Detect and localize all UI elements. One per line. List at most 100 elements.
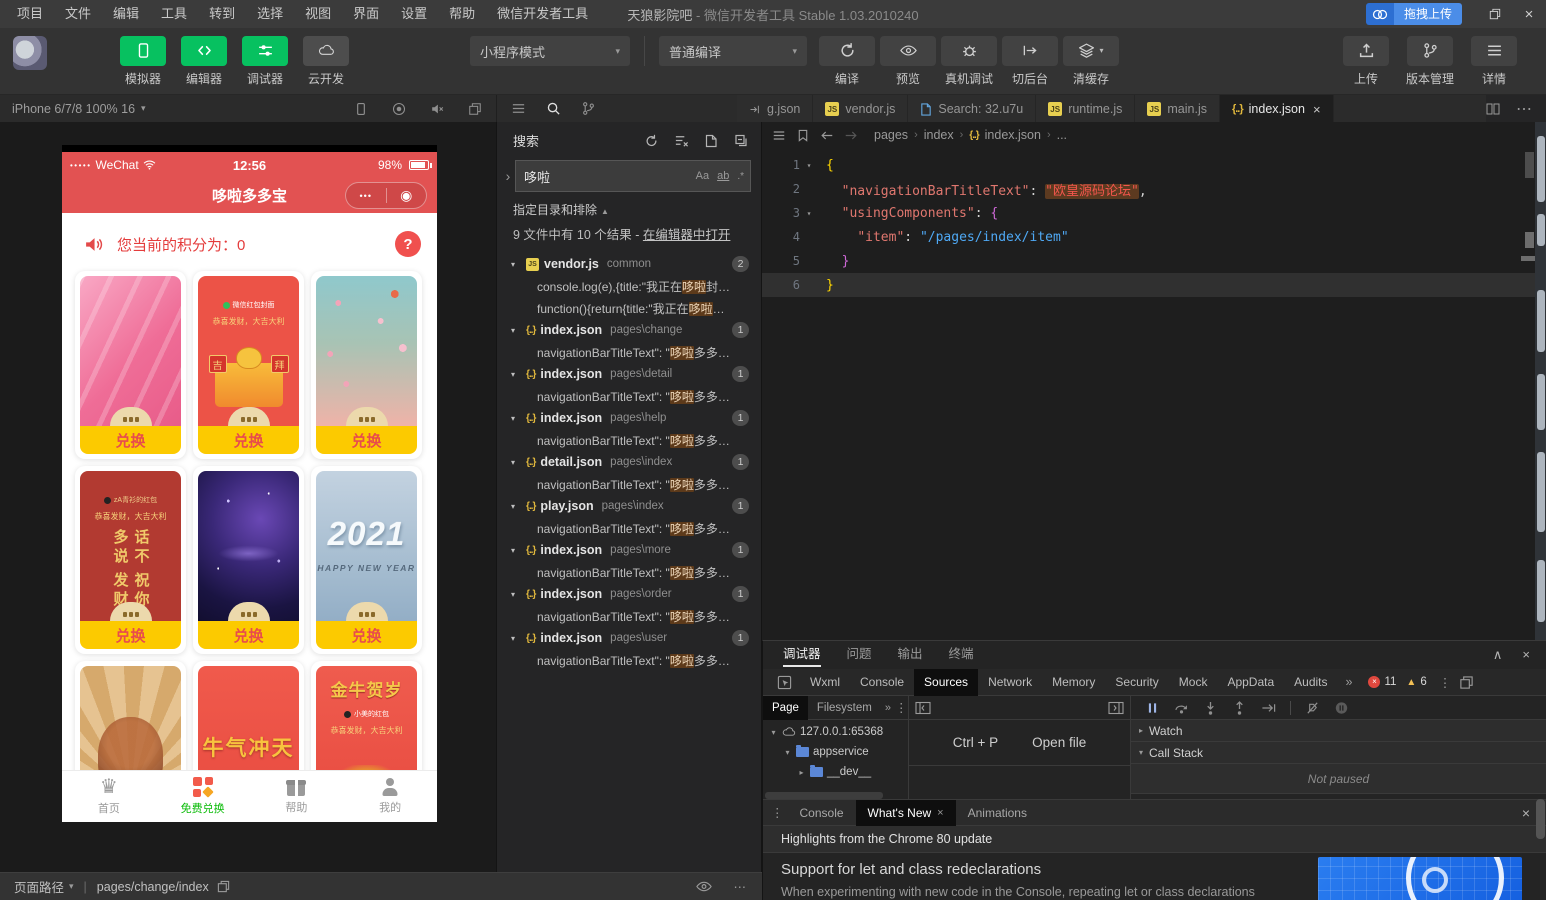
drawer-scrollbar[interactable]	[1536, 799, 1545, 839]
show-sidebar-icon[interactable]	[1108, 701, 1124, 715]
pause-button[interactable]	[1145, 701, 1160, 715]
navigate-back-icon[interactable]	[820, 129, 834, 142]
mute-icon[interactable]	[430, 102, 444, 116]
chevron-down-icon[interactable]: ▾	[511, 546, 521, 555]
drawer-tab-0[interactable]: Console	[788, 800, 856, 826]
exchange-button[interactable]: 兑换	[198, 621, 299, 649]
chevron-down-icon[interactable]: ▾	[511, 414, 521, 423]
debugger-tab-2[interactable]: 输出	[898, 641, 923, 669]
debugger-tab-0[interactable]: 调试器	[783, 641, 821, 669]
search-result-file-4[interactable]: ▾ {..} detail.json pages\index 1	[497, 451, 761, 473]
more-tabs-icon[interactable]: »	[881, 702, 895, 714]
tree-item-2[interactable]: ▸ __dev__	[763, 762, 908, 782]
action-bug-button[interactable]: 真机调试	[941, 35, 997, 87]
phone-tab-2[interactable]: 帮助	[250, 771, 344, 822]
chevron-down-icon[interactable]: ▾	[511, 458, 521, 467]
breadcrumb-part-2[interactable]: index.json	[985, 128, 1041, 142]
devtools-tab-console[interactable]: Console	[850, 669, 914, 696]
toggle-code-button[interactable]: 编辑器	[178, 35, 230, 87]
help-button[interactable]: ?	[395, 231, 421, 257]
chevron-down-icon[interactable]: ▾	[511, 634, 521, 643]
editor-scrollbar[interactable]	[1535, 122, 1546, 640]
menu-item-9[interactable]: 帮助	[438, 0, 486, 28]
file-list-icon[interactable]	[511, 101, 526, 116]
detach-window-icon[interactable]	[468, 102, 482, 116]
inspect-element-icon[interactable]	[777, 675, 792, 690]
fold-chevron-icon[interactable]: ▾	[800, 209, 818, 218]
split-editor-icon[interactable]	[1486, 103, 1500, 115]
chevron-down-icon[interactable]: ▾	[511, 260, 521, 269]
phone-tab-3[interactable]: 我的	[343, 771, 437, 822]
exchange-card-2[interactable]: 微信红包封面 恭喜发财，大吉大利吉拜兑换	[193, 271, 304, 459]
breadcrumb-part-0[interactable]: pages	[874, 128, 908, 142]
undock-icon[interactable]	[1459, 675, 1474, 690]
exchange-button[interactable]: 兑换	[198, 426, 299, 454]
devtools-tab-wxml[interactable]: Wxml	[800, 669, 850, 696]
capsule-exit-icon[interactable]: ◉	[387, 187, 427, 204]
devtools-tab-mock[interactable]: Mock	[1169, 669, 1218, 696]
tab-close-icon[interactable]: ×	[937, 800, 943, 826]
compile-select[interactable]: 普通编译 ▾	[659, 36, 807, 66]
search-match-2-0[interactable]: navigationBarTitleText": "哆啦多多…	[497, 385, 761, 407]
menu-item-3[interactable]: 工具	[150, 0, 198, 28]
open-in-editor-icon[interactable]	[704, 134, 719, 148]
source-control-icon[interactable]	[581, 101, 596, 116]
step-button[interactable]	[1261, 701, 1276, 715]
editor-tab-2[interactable]: Search: 32.u7u	[908, 95, 1037, 123]
debugger-tab-1[interactable]: 问题	[847, 641, 872, 669]
drag-upload-button[interactable]: 拖拽上传	[1365, 3, 1462, 25]
collapse-panel-icon[interactable]: ∧	[1493, 647, 1503, 663]
search-match-8-0[interactable]: navigationBarTitleText": "哆啦多多…	[497, 649, 761, 671]
device-selector[interactable]: iPhone 6/7/8 100% 16 ▾	[12, 102, 146, 116]
chevron-down-icon[interactable]: ▾	[511, 370, 521, 379]
search-match-5-0[interactable]: navigationBarTitleText": "哆啦多多…	[497, 517, 761, 539]
page-path-label[interactable]: 页面路径	[14, 877, 64, 896]
chevron-down-icon[interactable]: ▾	[511, 590, 521, 599]
chrome-update-image[interactable]	[1318, 857, 1522, 900]
toggle-sliders-button[interactable]: 调试器	[239, 35, 291, 87]
menu-item-2[interactable]: 编辑	[102, 0, 150, 28]
step-out-button[interactable]	[1232, 700, 1247, 715]
exchange-button[interactable]: 兑换	[316, 621, 417, 649]
search-match-6-0[interactable]: navigationBarTitleText": "哆啦多多…	[497, 561, 761, 583]
whole-word-toggle[interactable]: ab	[717, 170, 729, 182]
preview-path-icon[interactable]	[695, 881, 712, 892]
breadcrumb-part-1[interactable]: index	[924, 128, 954, 142]
match-case-toggle[interactable]: Aa	[696, 170, 709, 182]
exchange-card-4[interactable]: zA青衫的红包 恭喜发财，大吉大利 话不多说 祝你发财 兑换	[75, 466, 186, 654]
record-icon[interactable]	[392, 102, 406, 116]
breadcrumb-part-3[interactable]: ...	[1057, 128, 1067, 142]
search-match-7-0[interactable]: navigationBarTitleText": "哆啦多多…	[497, 605, 761, 627]
drawer-menu-icon[interactable]: ⋮	[771, 805, 784, 820]
tree-item-1[interactable]: ▾ appservice	[763, 742, 908, 762]
search-icon[interactable]	[546, 101, 561, 116]
exchange-button[interactable]: 兑换	[80, 621, 181, 649]
phone-tab-1[interactable]: 免费兑换	[156, 771, 250, 822]
search-scope-toggle[interactable]: 指定目录和排除 ▲	[497, 192, 761, 220]
sources-nav-tab-filesystem[interactable]: Filesystem	[808, 696, 881, 720]
menu-item-8[interactable]: 设置	[390, 0, 438, 28]
error-count-badge[interactable]: × 11	[1368, 676, 1396, 688]
action-switchbg-button[interactable]: 切后台	[1002, 35, 1058, 87]
action-eye-button[interactable]: 预览	[880, 35, 936, 87]
devtools-tab-sources[interactable]: Sources	[914, 668, 979, 696]
chevron-down-icon[interactable]: ▾	[783, 748, 792, 757]
pause-on-exceptions-button[interactable]	[1334, 701, 1349, 715]
debugger-tab-3[interactable]: 终端	[949, 641, 974, 669]
maximize-button[interactable]	[1478, 0, 1512, 28]
menu-item-6[interactable]: 视图	[294, 0, 342, 28]
more-tabs-icon[interactable]: »	[1340, 675, 1359, 689]
search-match-3-0[interactable]: navigationBarTitleText": "哆啦多多…	[497, 429, 761, 451]
phone-tab-0[interactable]: ♛ 首页	[62, 771, 156, 822]
search-match-0-0[interactable]: console.log(e),{title:"我正在哆啦封…	[497, 275, 761, 297]
search-match-1-0[interactable]: navigationBarTitleText": "哆啦多多…	[497, 341, 761, 363]
bookmark-icon[interactable]	[796, 129, 810, 142]
navigate-forward-icon[interactable]	[844, 129, 858, 142]
code-editor[interactable]: pages › index › {..} index.json ›... 1 ▾{2 "nav…	[762, 122, 1546, 640]
toggle-cloud-button[interactable]: 云开发	[300, 35, 352, 87]
editor-tab-0[interactable]: g.json	[737, 95, 814, 123]
clear-results-icon[interactable]	[674, 134, 689, 148]
editor-tab-4[interactable]: JS main.js	[1135, 95, 1220, 123]
editor-tab-1[interactable]: JS vendor.js	[813, 95, 909, 123]
outline-icon[interactable]	[772, 129, 786, 142]
